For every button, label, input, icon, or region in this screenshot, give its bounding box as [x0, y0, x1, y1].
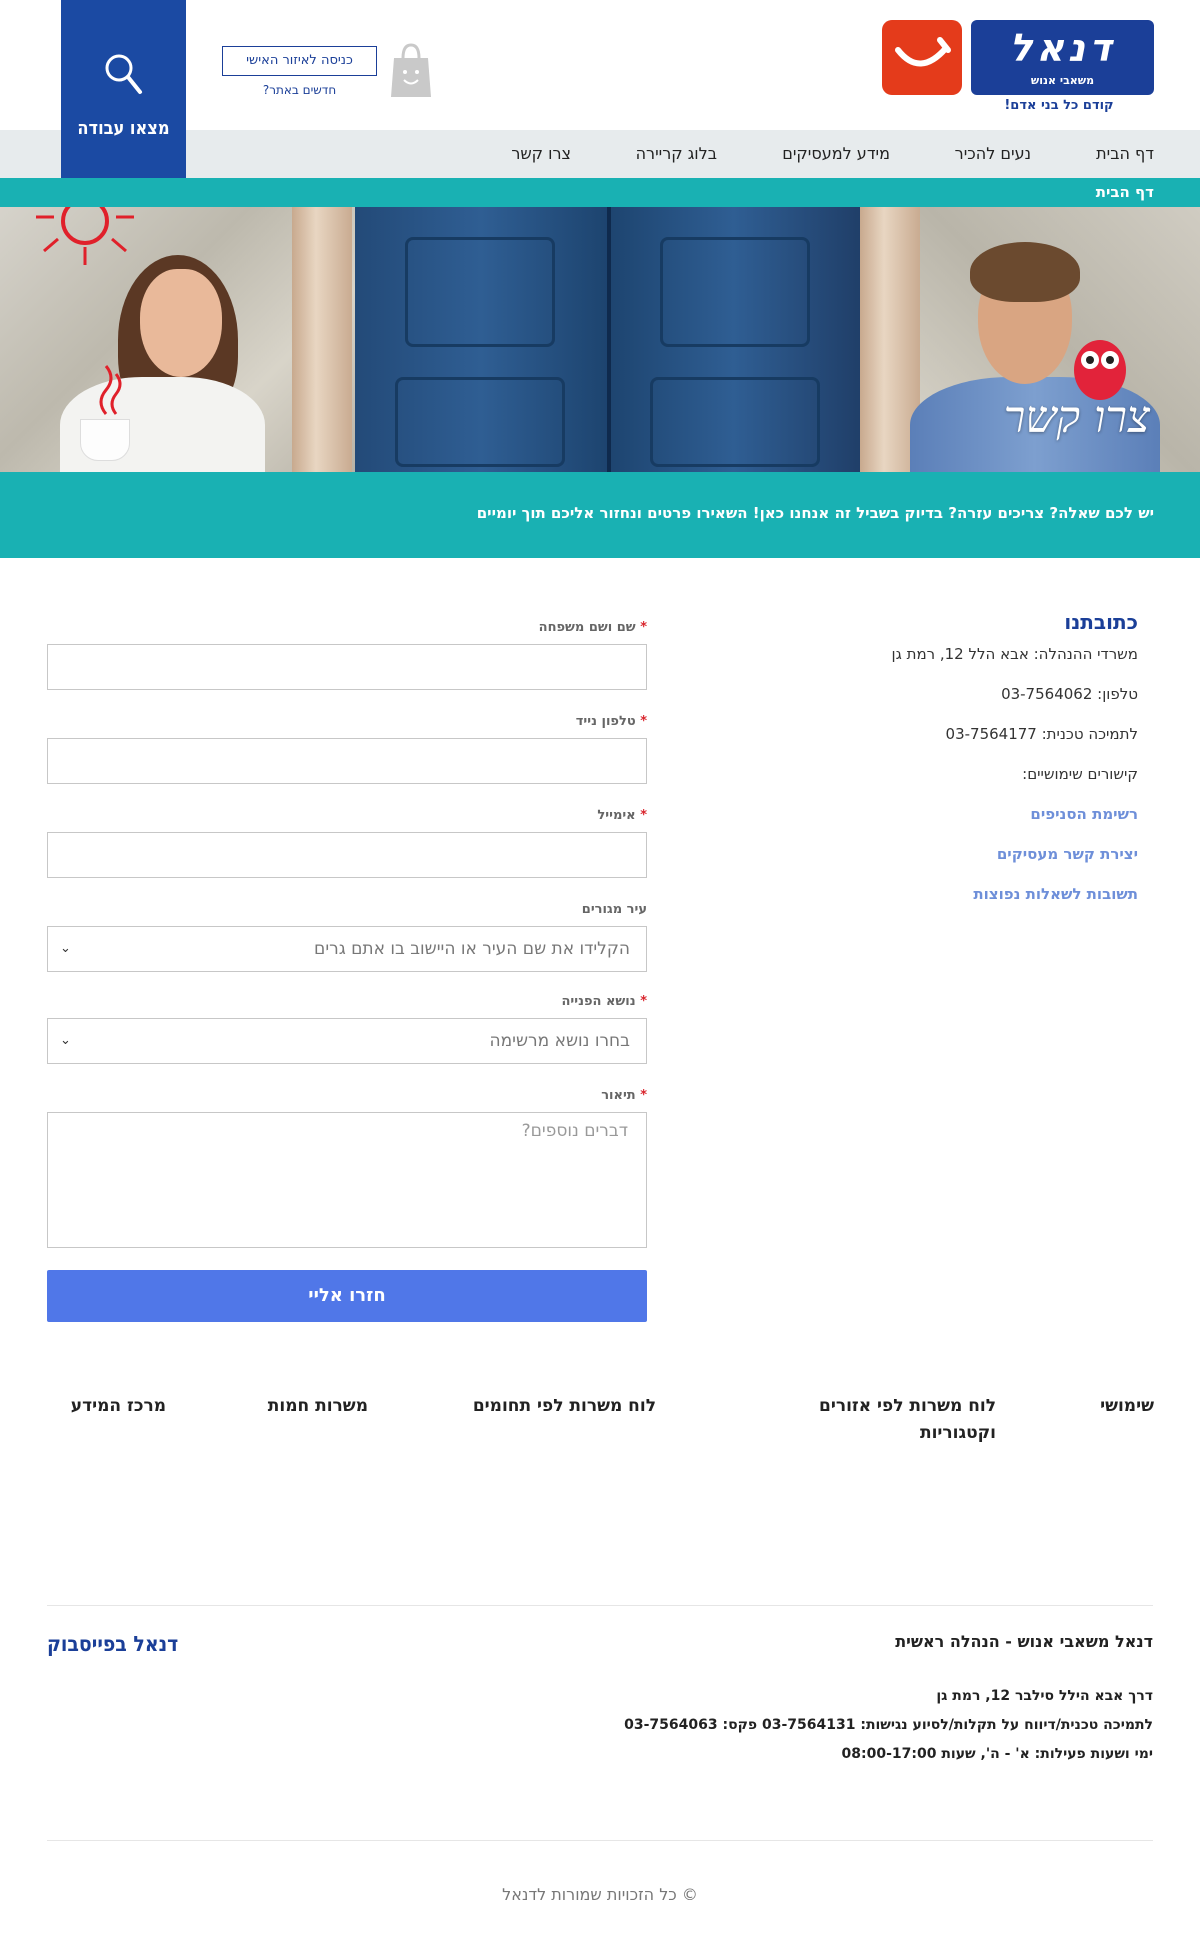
- shopping-bag-icon[interactable]: [390, 42, 432, 98]
- phone-input[interactable]: [47, 738, 647, 784]
- hero-title: צרו קשר: [1003, 392, 1150, 443]
- tech-support-number: לתמיכה טכנית: 03-7564177: [945, 725, 1138, 743]
- steam-icon: [99, 365, 122, 415]
- faq-link[interactable]: תשובות לשאלות נפוצות: [808, 882, 1138, 922]
- topic-label: נושא הפנייה: [561, 994, 636, 1009]
- logo-word: דנאל: [1009, 26, 1116, 70]
- nav-employers[interactable]: מידע למעסיקים: [782, 130, 890, 178]
- footer-link-jobs-by-field[interactable]: לוח משרות לפי תחומים: [473, 1393, 656, 1420]
- name-input[interactable]: [47, 644, 647, 690]
- chevron-down-icon: ⌄: [60, 1033, 71, 1048]
- hq-support: לתמיכה טכנית/דיווח על תקלות/לסיוע נגישות…: [624, 1717, 1153, 1733]
- city-label: עיר מגורים: [581, 902, 647, 917]
- nav-about[interactable]: נעים להכיר: [955, 130, 1031, 178]
- breadcrumb: דף הבית: [0, 178, 1200, 207]
- city-select[interactable]: הקלידו את שם העיר או היישוב בו אתם גרים …: [47, 926, 647, 972]
- useful-links-title: קישורים שימושיים:: [1022, 765, 1138, 783]
- phone-label: טלפון נייד: [575, 714, 636, 729]
- hero-banner: צרו קשר: [0, 207, 1200, 472]
- footer-link-info-center[interactable]: מרכז המידע: [71, 1393, 166, 1420]
- personal-area-button[interactable]: כניסה לאיזור האישי: [222, 46, 377, 76]
- nav-career-blog[interactable]: בלוג קריירה: [636, 130, 717, 178]
- city-field-group: עיר מגורים הקלידו את שם העיר או היישוב ב…: [47, 902, 647, 972]
- logo-blue-block: דנאל משאבי אנוש: [971, 20, 1154, 95]
- footer-link-jobs-by-region[interactable]: לוח משרות לפי אזורים וקטגוריות: [796, 1393, 996, 1447]
- find-job-label: מצאו עבודה: [77, 118, 170, 139]
- nav-home[interactable]: דף הבית: [1096, 130, 1154, 178]
- description-textarea[interactable]: דברים נוספים?: [47, 1112, 647, 1248]
- chevron-down-icon: ⌄: [60, 941, 71, 956]
- branches-link[interactable]: רשימת הסניפים: [808, 802, 1138, 842]
- danel-logo[interactable]: דנאל משאבי אנוש קודם כל בני אדם!: [882, 20, 1154, 115]
- name-label: שם ושם משפחה: [538, 620, 636, 635]
- description-field-group: * תיאור דברים נוספים?: [47, 1088, 647, 1248]
- find-job-button[interactable]: מצאו עבודה: [61, 0, 186, 178]
- pillar-left: [292, 207, 352, 472]
- smile-logo-icon: [882, 20, 962, 95]
- logo-sub: משאבי אנוש: [1030, 74, 1095, 87]
- whats-new-link[interactable]: חדשים באתר?: [222, 83, 377, 97]
- topic-value: בחרו נושא מרשימה: [489, 1031, 630, 1051]
- search-icon: [105, 54, 142, 94]
- sun-icon: [36, 207, 134, 265]
- nav-contact[interactable]: צרו קשר: [511, 130, 571, 178]
- topic-field-group: * נושא הפנייה בחרו נושא מרשימה ⌄: [47, 994, 647, 1064]
- blue-door: [355, 207, 860, 472]
- hq-title: דנאל משאבי אנוש - הנהלה ראשית: [895, 1632, 1153, 1651]
- facebook-link[interactable]: דנאל בפייסבוק: [47, 1632, 178, 1656]
- name-field-group: * שם ושם משפחה: [47, 620, 647, 690]
- breadcrumb-home[interactable]: דף הבית: [1096, 178, 1154, 207]
- coffee-cup: [80, 419, 130, 461]
- employers-contact-link[interactable]: יצירת קשר מעסיקים: [808, 842, 1138, 882]
- intro-band: יש לכם שאלה? צריכים עזרה? בדיוק בשביל זה…: [0, 472, 1200, 558]
- description-label: תיאור: [601, 1088, 636, 1103]
- intro-text: יש לכם שאלה? צריכים עזרה? בדיוק בשביל זה…: [476, 504, 1154, 522]
- footer-divider-bottom: [47, 1840, 1153, 1841]
- hq-info: דנאל משאבי אנוש - הנהלה ראשית דרך אבא הי…: [453, 1632, 1153, 1775]
- hq-hours: ימי ושעות פעילות: א' - ה', שעות 08:00-17…: [841, 1746, 1153, 1762]
- address-panel: כתובתנו משרדי ההנהלה: אבא הלל 12, רמת גן…: [808, 610, 1138, 922]
- footer-link-useful[interactable]: שימושי: [1100, 1393, 1154, 1420]
- email-field-group: * אימייל: [47, 808, 647, 878]
- phone-field-group: * טלפון נייד: [47, 714, 647, 784]
- footer-link-hot-jobs[interactable]: משרות חמות: [268, 1393, 368, 1420]
- footer-divider: [47, 1605, 1153, 1606]
- email-label: אימייל: [597, 808, 636, 823]
- phone-number: טלפון: 03-7564062: [1001, 685, 1138, 703]
- address-title: כתובתנו: [1064, 610, 1138, 634]
- city-placeholder: הקלידו את שם העיר או היישוב בו אתם גרים: [314, 939, 630, 959]
- email-input[interactable]: [47, 832, 647, 878]
- hq-address: דרך אבא הילל סילבר 12, רמת גן: [936, 1688, 1153, 1704]
- submit-button[interactable]: חזרו אליי: [47, 1270, 647, 1322]
- logo-tagline: קודם כל בני אדם!: [1004, 98, 1114, 113]
- topic-select[interactable]: בחרו נושא מרשימה ⌄: [47, 1018, 647, 1064]
- copyright: © כל הזכויות שמורות לדנאל: [502, 1885, 698, 1904]
- office-address: משרדי ההנהלה: אבא הלל 12, רמת גן: [891, 645, 1138, 663]
